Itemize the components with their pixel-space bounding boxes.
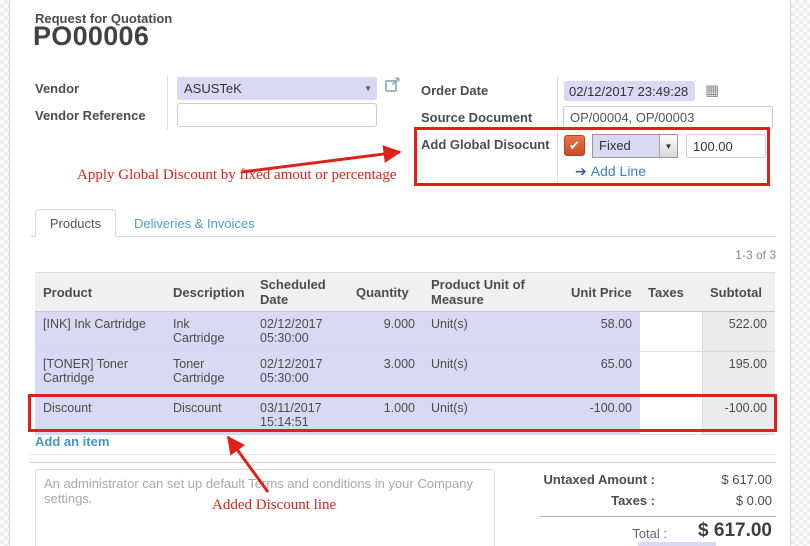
total-label: Total :: [567, 526, 667, 541]
tabbar-divider: [30, 236, 776, 237]
cell-subtotal: -100.00: [702, 396, 775, 434]
annotation-global-discount-note: Apply Global Discount by fixed amout or …: [77, 167, 397, 184]
add-line-arrow-icon: ➔: [575, 163, 587, 179]
discount-type-value: Fixed: [593, 135, 659, 157]
col-header-product[interactable]: Product: [35, 281, 165, 304]
cell-uom: Unit(s): [423, 352, 563, 395]
list-pager: 1-3 of 3: [690, 248, 776, 262]
col-header-quantity[interactable]: Quantity: [348, 281, 423, 304]
sheet-right-margin: [790, 0, 810, 546]
order-lines-table: Product Description Scheduled Date Quant…: [35, 272, 775, 435]
cell-taxes: [640, 352, 702, 395]
add-an-item-link[interactable]: Add an item: [35, 434, 109, 449]
cell-unit-price: 58.00: [563, 312, 640, 351]
external-link-icon: ↗: [385, 80, 397, 92]
cell-description: Discount: [165, 396, 252, 434]
taxes-value: $ 0.00: [690, 493, 772, 508]
untaxed-amount-label: Untaxed Amount :: [450, 472, 655, 487]
cell-description: Ink Cartridge: [165, 312, 252, 351]
cell-quantity: 1.000: [348, 396, 423, 434]
tab-products[interactable]: Products: [35, 209, 116, 237]
order-date-field[interactable]: 02/12/2017 23:49:28: [564, 81, 695, 101]
tab-deliveries-invoices[interactable]: Deliveries & Invoices: [134, 216, 255, 231]
annotation-discount-line-note: Added Discount line: [212, 497, 336, 514]
discount-amount-input[interactable]: [686, 134, 766, 158]
checkmark-icon: ✔: [569, 138, 580, 154]
taxes-label: Taxes :: [450, 493, 655, 508]
table-row-ink-cartridge[interactable]: [INK] Ink Cartridge Ink Cartridge 02/12/…: [35, 312, 775, 352]
select-dropdown-button: ▼: [659, 135, 677, 157]
cell-scheduled-date: 02/12/2017 05:30:00: [252, 312, 348, 351]
global-discount-checkbox[interactable]: ✔: [564, 135, 585, 156]
table-header-row: Product Description Scheduled Date Quant…: [35, 272, 775, 312]
page-title: PO00006: [33, 21, 149, 52]
col-header-unit-price[interactable]: Unit Price: [563, 281, 640, 304]
cell-uom: Unit(s): [423, 312, 563, 351]
cell-product: [INK] Ink Cartridge: [35, 312, 165, 351]
cell-subtotal: 522.00: [702, 312, 775, 351]
cell-taxes: [640, 396, 702, 434]
vendor-value: ASUSTeK: [184, 81, 242, 96]
discount-type-select[interactable]: Fixed ▼: [592, 134, 678, 158]
col-header-scheduled-date[interactable]: Scheduled Date: [252, 273, 348, 311]
vendor-open-record-button[interactable]: ↗: [385, 79, 397, 97]
col-header-taxes[interactable]: Taxes: [640, 281, 702, 304]
vendor-reference-input[interactable]: [177, 103, 377, 127]
chevron-down-icon: ▼: [359, 84, 377, 93]
cell-quantity: 3.000: [348, 352, 423, 395]
cell-subtotal: 195.00: [702, 352, 775, 395]
add-line-label: Add Line: [591, 163, 646, 179]
form-right-separator: [557, 76, 558, 186]
cell-scheduled-date: 03/11/2017 15:14:51: [252, 396, 348, 434]
cell-product: Discount: [35, 396, 165, 434]
cropped-field-highlight: [638, 542, 716, 546]
cell-unit-price: -100.00: [563, 396, 640, 434]
calendar-icon[interactable]: ▦: [705, 83, 719, 98]
chevron-down-icon: ▼: [665, 142, 673, 151]
vendor-select[interactable]: ASUSTeK ▼: [177, 77, 377, 100]
vendor-label: Vendor: [35, 81, 79, 96]
col-header-subtotal[interactable]: Subtotal: [702, 281, 775, 304]
purchase-order-page: Request for Quotation PO00006 Vendor ASU…: [0, 0, 810, 546]
table-row-discount[interactable]: Discount Discount 03/11/2017 15:14:51 1.…: [35, 396, 775, 435]
cell-unit-price: 65.00: [563, 352, 640, 395]
cell-scheduled-date: 02/12/2017 05:30:00: [252, 352, 348, 395]
untaxed-amount-value: $ 617.00: [690, 472, 772, 487]
add-line-link[interactable]: ➔Add Line: [575, 163, 646, 180]
cell-description: Toner Cartridge: [165, 352, 252, 395]
table-row-toner-cartridge[interactable]: [TONER] Toner Cartridge Toner Cartridge …: [35, 352, 775, 396]
order-date-label: Order Date: [421, 83, 488, 98]
col-header-uom[interactable]: Product Unit of Measure: [423, 273, 563, 311]
totals-divider: [540, 516, 776, 517]
source-document-input[interactable]: [563, 106, 773, 129]
section-divider-top: [30, 454, 776, 455]
cell-quantity: 9.000: [348, 312, 423, 351]
col-header-description[interactable]: Description: [165, 281, 252, 304]
source-document-label: Source Document: [421, 110, 532, 125]
total-value: $ 617.00: [658, 520, 772, 542]
form-left-separator: [167, 76, 168, 130]
cell-product: [TONER] Toner Cartridge: [35, 352, 165, 395]
section-divider-bottom: [30, 462, 776, 463]
vendor-reference-label: Vendor Reference: [35, 108, 146, 123]
order-date-value: 02/12/2017 23:49:28: [569, 84, 688, 99]
sheet-left-margin: [0, 0, 10, 546]
global-discount-label: Add Global Disocunt: [421, 137, 550, 152]
cell-uom: Unit(s): [423, 396, 563, 434]
cell-taxes: [640, 312, 702, 351]
